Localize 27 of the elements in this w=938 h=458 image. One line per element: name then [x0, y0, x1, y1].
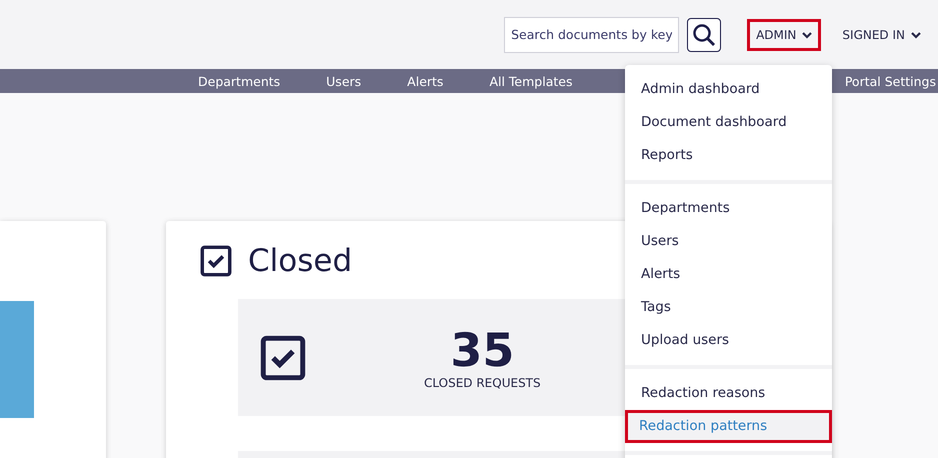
card-title: Closed: [248, 243, 352, 279]
menu-item[interactable]: Tags: [625, 291, 832, 324]
nav-link[interactable]: Departments: [198, 74, 280, 88]
nav-link[interactable]: Alerts: [407, 74, 444, 88]
stat-value: 35: [450, 325, 514, 376]
stat-label: CLOSED REQUESTS: [424, 376, 541, 390]
menu-item[interactable]: Upload users: [625, 324, 832, 357]
nav-link[interactable]: All Templates: [489, 74, 572, 88]
search-button[interactable]: [687, 18, 722, 52]
menu-item[interactable]: Redaction reasons: [625, 377, 832, 410]
chevron-icon: [911, 30, 921, 38]
nav-link[interactable]: Users: [326, 74, 362, 88]
menu-item[interactable]: Redaction patterns: [625, 410, 832, 443]
search-icon: [692, 22, 716, 46]
menu-item[interactable]: Alerts: [625, 258, 832, 291]
search-field[interactable]: Search documents by key: [504, 16, 680, 52]
chevron-icon: [802, 30, 812, 38]
checkbox-icon: [200, 245, 232, 277]
account-menu-button[interactable]: SIGNED IN: [833, 18, 930, 50]
admin-menu-button[interactable]: ADMIN: [747, 18, 822, 50]
menu-item[interactable]: Departments: [625, 192, 832, 225]
nav-link[interactable]: Portal Settings: [844, 74, 938, 88]
menu-item[interactable]: Reports: [625, 139, 832, 172]
menu-item[interactable]: Document dashboard: [625, 106, 832, 139]
menu-item[interactable]: Admin dashboard: [625, 73, 832, 106]
checkbox-icon: [260, 334, 306, 380]
menu-item[interactable]: Users: [625, 225, 832, 258]
